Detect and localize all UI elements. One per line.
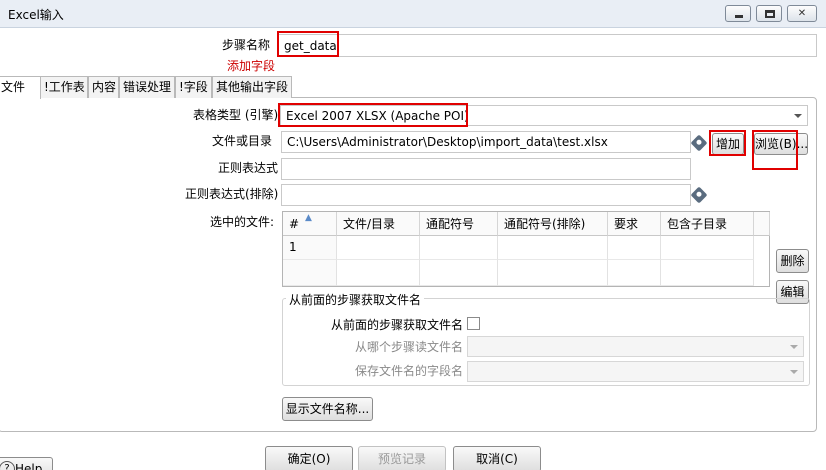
title-bar: Excel输入 ✕: [0, 0, 826, 28]
step-name-label: 步骤名称: [222, 38, 271, 52]
help-icon: ?: [0, 461, 15, 470]
highlight-step-name: [277, 31, 339, 57]
add-field-link[interactable]: 添加字段: [227, 57, 275, 74]
table-cell[interactable]: [661, 260, 754, 286]
close-icon: ✕: [797, 8, 807, 19]
file-value: C:\Users\Administrator\Desktop\import_da…: [287, 135, 608, 149]
regex-label: 正则表达式: [218, 161, 279, 175]
regex-exclude-input[interactable]: [281, 184, 691, 206]
source-step-label: 从哪个步骤读文件名: [355, 340, 464, 354]
tab-file[interactable]: 文件: [0, 76, 41, 99]
regex-input[interactable]: [281, 158, 691, 180]
source-step-select[interactable]: [467, 336, 804, 357]
close-button[interactable]: ✕: [787, 5, 817, 22]
maximize-icon: [765, 10, 775, 18]
table-cell[interactable]: [661, 236, 754, 260]
ok-button[interactable]: 确定(O): [265, 446, 353, 470]
filename-field-select[interactable]: [467, 361, 804, 382]
table-cell[interactable]: [337, 236, 420, 260]
table-cell[interactable]: [337, 260, 420, 286]
minimize-button[interactable]: [725, 5, 751, 22]
preview-button[interactable]: 预览记录: [358, 446, 446, 470]
table-cell[interactable]: [498, 260, 608, 286]
column-header-filler: [754, 212, 770, 236]
window-title: Excel输入: [8, 8, 64, 22]
column-header-file[interactable]: 文件/目录: [337, 212, 420, 236]
chevron-down-icon: [790, 370, 798, 374]
regex-exclude-label: 正则表达式(排除): [185, 187, 279, 201]
tab-content[interactable]: 内容: [88, 76, 119, 98]
accept-filenames-label: 从前面的步骤获取文件名: [331, 318, 464, 332]
table-cell[interactable]: [420, 236, 498, 260]
help-button[interactable]: ? Help: [0, 457, 53, 470]
table-cell[interactable]: [498, 236, 608, 260]
sort-asc-icon: ▲: [305, 213, 312, 223]
group-title: 从前面的步骤获取文件名: [286, 291, 425, 308]
tab-fields[interactable]: !字段: [175, 76, 212, 98]
file-label: 文件或目录: [212, 134, 273, 148]
chevron-down-icon: [790, 345, 798, 349]
column-header-required[interactable]: 要求: [608, 212, 661, 236]
minimize-icon: [735, 15, 743, 18]
delete-button[interactable]: 删除: [776, 249, 809, 273]
show-filenames-button[interactable]: 显示文件名称...: [282, 397, 373, 421]
table-cell[interactable]: [283, 260, 337, 286]
selected-files-table[interactable]: # ▲ 文件/目录 通配符号 通配符号(排除) 要求 包含子目录 1: [282, 211, 770, 287]
column-header-index[interactable]: # ▲: [283, 212, 337, 236]
file-input[interactable]: C:\Users\Administrator\Desktop\import_da…: [281, 131, 691, 153]
accept-filenames-checkbox[interactable]: [467, 317, 480, 330]
table-cell[interactable]: 1: [283, 236, 337, 260]
tab-error-handling[interactable]: 错误处理: [119, 76, 175, 98]
spreadsheet-type-label: 表格类型 (引擎): [193, 108, 279, 122]
help-label: Help: [15, 462, 43, 470]
highlight-spreadsheet-type: [278, 103, 468, 127]
column-header-include-subfolders[interactable]: 包含子目录: [661, 212, 754, 236]
tab-sheets[interactable]: !工作表: [40, 76, 88, 98]
table-cell[interactable]: [608, 236, 661, 260]
highlight-browse-button: [752, 130, 798, 170]
table-cell[interactable]: [420, 260, 498, 286]
step-name-input[interactable]: get_data: [277, 34, 817, 57]
column-header-wildcard-exclude[interactable]: 通配符号(排除): [498, 212, 608, 236]
highlight-add-button: [709, 130, 746, 156]
table-cell[interactable]: [608, 260, 661, 286]
tab-additional-output-fields[interactable]: 其他输出字段: [212, 76, 292, 98]
filename-field-label: 保存文件名的字段名: [355, 364, 464, 378]
column-header-wildcard[interactable]: 通配符号: [420, 212, 498, 236]
cancel-button[interactable]: 取消(C): [453, 446, 541, 470]
chevron-down-icon: [794, 114, 802, 118]
maximize-button[interactable]: [756, 5, 782, 22]
selected-files-label: 选中的文件:: [210, 215, 275, 229]
